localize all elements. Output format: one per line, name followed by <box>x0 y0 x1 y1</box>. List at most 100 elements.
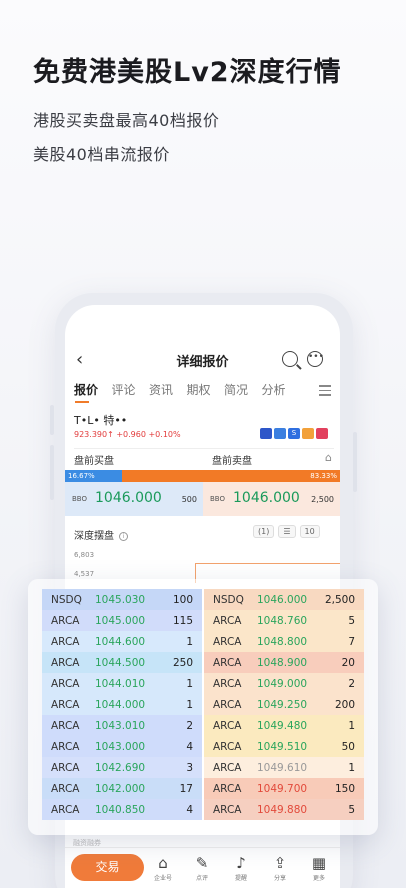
exchange-code: ARCA <box>213 677 242 690</box>
bid-row[interactable]: ARCA 1043.000 4 <box>42 736 202 757</box>
exchange-code: ARCA <box>51 677 80 690</box>
exchange-code: ARCA <box>51 719 80 732</box>
share-label: 分享 <box>273 875 286 882</box>
market-flags: S <box>260 428 328 439</box>
depth-title: 深度摆盘 i <box>74 527 128 542</box>
enterprise-button[interactable]: ⌂ 企业号 <box>148 854 178 882</box>
bid-row[interactable]: ARCA 1045.000 115 <box>42 610 202 631</box>
quantity: 1 <box>186 698 193 711</box>
share-button[interactable]: ⇪ 分享 <box>265 854 295 882</box>
bid-row[interactable]: NSDQ 1045.030 100 <box>42 589 202 610</box>
price: 1046.000 <box>257 593 308 606</box>
tab-quote[interactable]: 报价 <box>74 381 112 403</box>
more-button[interactable]: ▦ 更多 <box>304 854 334 882</box>
bbo-bid-volume: 500 <box>181 495 197 504</box>
wave-icon <box>302 428 314 439</box>
quantity: 1 <box>348 719 355 732</box>
price: 1049.880 <box>257 803 308 816</box>
ask-row[interactable]: ARCA 1049.250 200 <box>204 694 364 715</box>
price: 1049.510 <box>257 740 308 753</box>
price: 1048.800 <box>257 635 308 648</box>
bbo-bid-price: 1046.000 <box>95 490 162 506</box>
exchange-code: ARCA <box>213 635 242 648</box>
exchange-code: ARCA <box>213 719 242 732</box>
building-icon: ⌂ <box>158 854 168 872</box>
price: 1049.250 <box>257 698 308 711</box>
exchange-filter-button[interactable]: (1) <box>253 525 275 538</box>
ask-row[interactable]: ARCA 1049.610 1 <box>204 757 364 778</box>
ask-row[interactable]: ARCA 1048.760 5 <box>204 610 364 631</box>
bbo-ask: BBO 1046.000 2,500 <box>203 482 340 516</box>
premarket-header: 盘前买盘 盘前卖盘 ⌂ <box>74 448 334 467</box>
exchange-code: ARCA <box>51 698 80 711</box>
quantity: 200 <box>334 698 355 711</box>
hero-title: 免费港美股Lv2深度行情 <box>33 57 342 88</box>
bid-row[interactable]: ARCA 1042.000 17 <box>42 778 202 799</box>
bid-row[interactable]: ARCA 1043.010 2 <box>42 715 202 736</box>
bid-column: NSDQ 1045.030 100 ARCA 1045.000 115 ARCA 1044.6… <box>42 589 204 825</box>
ask-row[interactable]: ARCA 1049.510 50 <box>204 736 364 757</box>
quantity: 5 <box>348 614 355 627</box>
tab-comments[interactable]: 评论 <box>112 381 150 403</box>
alert-button[interactable]: ♪ 提醒 <box>226 854 256 882</box>
price: 1044.500 <box>95 656 146 669</box>
ask-row[interactable]: ARCA 1049.700 150 <box>204 778 364 799</box>
exchange-code: ARCA <box>51 635 80 648</box>
bid-row[interactable]: ARCA 1042.690 3 <box>42 757 202 778</box>
grid-icon: ▦ <box>311 854 327 872</box>
bid-row[interactable]: ARCA 1044.600 1 <box>42 631 202 652</box>
bid-row[interactable]: ARCA 1040.850 4 <box>42 799 202 820</box>
exchange-code: ARCA <box>213 803 242 816</box>
quantity: 17 <box>179 782 193 795</box>
buy-sell-ratio-bar: 16.67% 83.33% <box>65 470 340 482</box>
bottom-bar: 交易 ⌂ 企业号 ✎ 点评 ♪ 提醒 ⇪ 分享 ▦ 更多 <box>65 847 340 888</box>
bid-row[interactable]: ARCA 1044.000 1 <box>42 694 202 715</box>
share-icon: ⇪ <box>273 854 287 872</box>
ask-row[interactable]: NSDQ 1046.000 2,500 <box>204 589 364 610</box>
bid-row[interactable]: ARCA 1044.500 250 <box>42 652 202 673</box>
trade-button[interactable]: 交易 <box>71 854 144 881</box>
exchange-code: NSDQ <box>51 593 82 606</box>
ask-row[interactable]: ARCA 1048.800 7 <box>204 631 364 652</box>
ask-row[interactable]: ARCA 1048.900 20 <box>204 652 364 673</box>
exchange-code: ARCA <box>51 782 80 795</box>
phone-button <box>50 405 54 435</box>
exchange-code: NSDQ <box>213 593 244 606</box>
menu-icon[interactable] <box>319 385 331 399</box>
exchange-code: ARCA <box>213 761 242 774</box>
settings-icon[interactable]: ☰ <box>278 525 296 538</box>
bid-row[interactable]: ARCA 1044.010 1 <box>42 673 202 694</box>
quantity: 7 <box>348 635 355 648</box>
ask-row[interactable]: ARCA 1049.480 1 <box>204 715 364 736</box>
ask-row[interactable]: ARCA 1049.000 2 <box>204 673 364 694</box>
info-icon[interactable]: i <box>119 531 128 541</box>
tab-profile[interactable]: 简况 <box>224 381 262 403</box>
quantity: 1 <box>186 635 193 648</box>
bbo-ask-price: 1046.000 <box>233 490 300 506</box>
search-icon[interactable] <box>282 351 298 367</box>
quantity: 115 <box>172 614 193 627</box>
price: 1044.600 <box>95 635 146 648</box>
pen-icon: ✎ <box>195 854 209 872</box>
bank-icon[interactable]: ⌂ <box>325 451 332 464</box>
price: 1049.700 <box>257 782 308 795</box>
review-label: 点评 <box>195 875 208 882</box>
price: 1044.000 <box>95 698 146 711</box>
price: 1040.850 <box>95 803 146 816</box>
review-button[interactable]: ✎ 点评 <box>187 854 217 882</box>
exchange-code: ARCA <box>51 761 80 774</box>
buy-ratio: 16.67% <box>65 470 122 482</box>
more-icon[interactable]: ••• <box>307 351 324 367</box>
levels-button[interactable]: 10 <box>299 525 320 538</box>
nav-bar: ‹ 详细报价 ••• <box>65 349 340 373</box>
ask-row[interactable]: ARCA 1049.880 5 <box>204 799 364 820</box>
tab-news[interactable]: 资讯 <box>149 381 187 403</box>
premarket-buy-label: 盘前买盘 <box>74 456 114 467</box>
quantity: 4 <box>186 740 193 753</box>
tab-options[interactable]: 期权 <box>187 381 225 403</box>
exchange-code: ARCA <box>51 656 80 669</box>
tab-analysis[interactable]: 分析 <box>262 381 300 403</box>
quantity: 1 <box>186 677 193 690</box>
chart-icon <box>274 428 286 439</box>
bell-icon: ♪ <box>236 854 246 872</box>
